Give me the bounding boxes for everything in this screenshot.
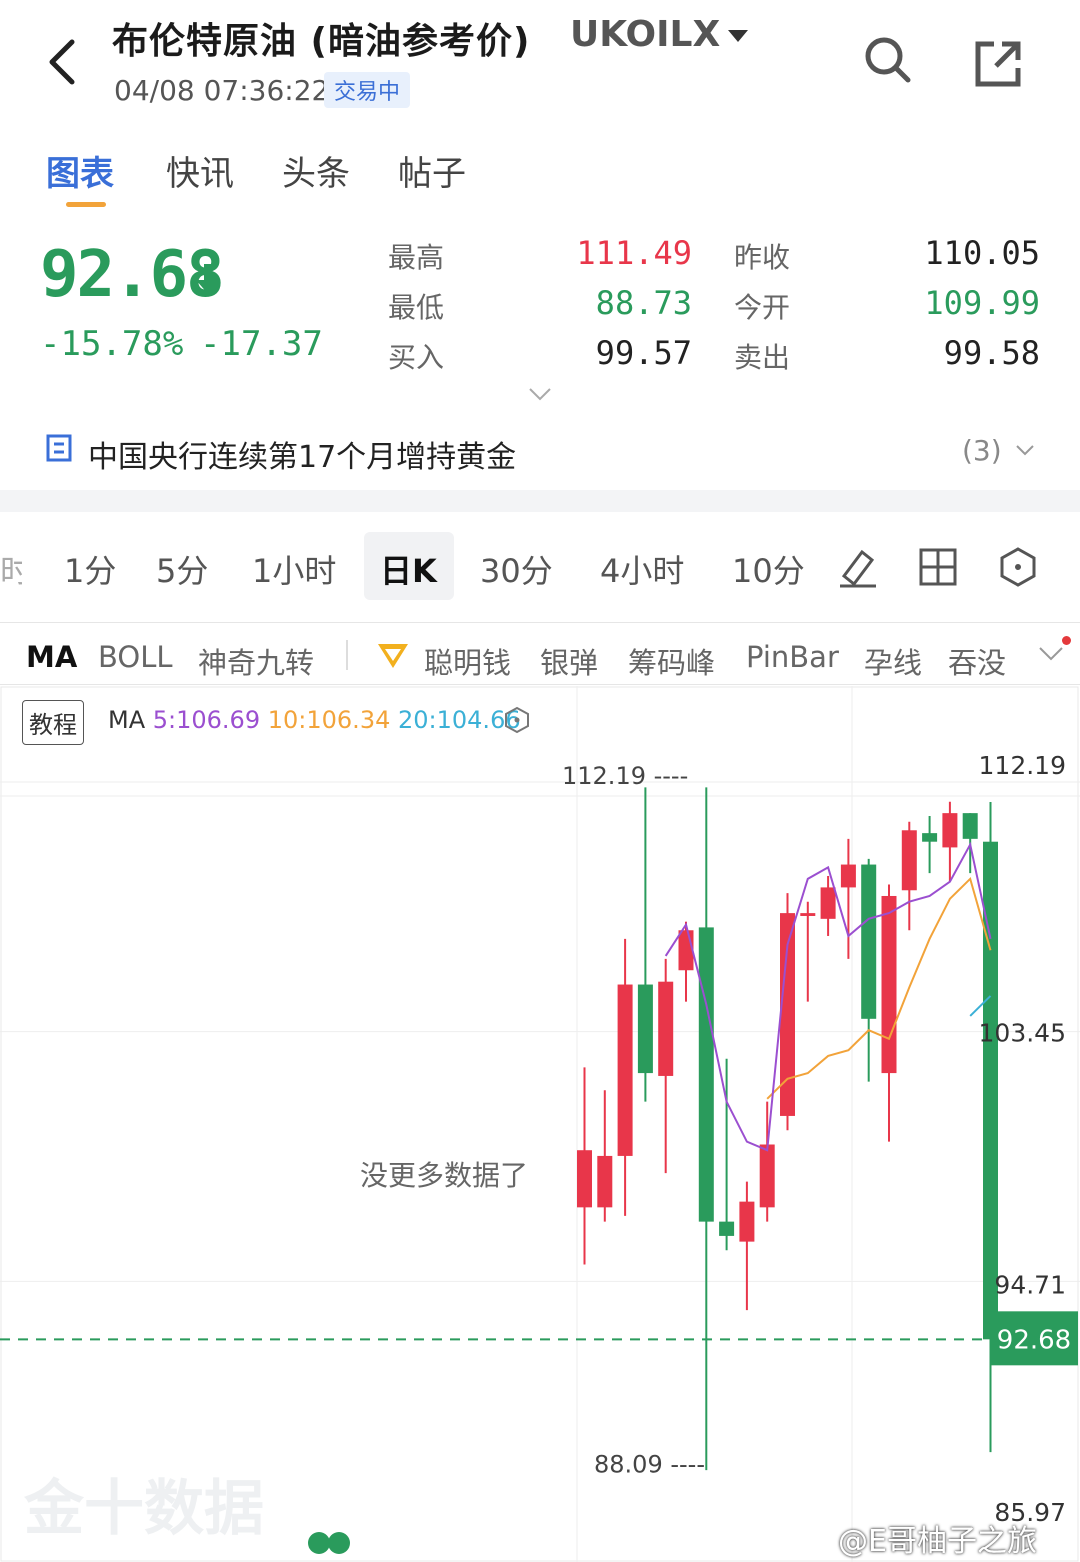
candle-body <box>942 813 958 848</box>
tab-chart[interactable]: 图表 <box>46 146 114 195</box>
candle-body <box>739 1201 755 1242</box>
period-cut[interactable]: 时 <box>0 546 22 592</box>
indicator-harami[interactable]: 孕线 <box>864 640 922 682</box>
y-axis-label: 112.19 <box>979 751 1066 780</box>
quote-time: 04/08 07:36:22 <box>114 74 330 107</box>
ma-legend-prefix: MA <box>108 706 146 734</box>
chevron-down-icon[interactable] <box>1016 444 1034 456</box>
candle-body <box>962 813 978 839</box>
diamond-icon <box>378 644 408 668</box>
arrow-down-icon <box>196 264 220 294</box>
candle-body <box>617 984 633 1156</box>
candle-body <box>759 1144 775 1208</box>
period-1m[interactable]: 1分 <box>64 546 116 592</box>
divider <box>0 684 1080 685</box>
section-divider <box>0 490 1080 512</box>
tab-flash-news[interactable]: 快讯 <box>166 146 234 195</box>
bid-label: 买入 <box>388 341 445 374</box>
low-value: 88.73 <box>595 284 692 322</box>
candle-body <box>698 927 714 1222</box>
page-title: 布伦特原油 (暗油参考价) <box>112 21 531 62</box>
bid-value: 99.57 <box>595 334 692 372</box>
indicator-ma[interactable]: MA <box>26 640 77 674</box>
low-label: 最低 <box>388 291 445 324</box>
ma10-line <box>766 876 992 1100</box>
search-icon[interactable] <box>862 34 914 86</box>
tab-headlines[interactable]: 头条 <box>282 146 350 195</box>
candle-body <box>577 1150 592 1208</box>
y-axis-label: 103.45 <box>979 1019 1066 1048</box>
ask-value: 99.58 <box>943 334 1040 372</box>
no-more-data-text: 没更多数据了 <box>360 1159 529 1192</box>
chart-frame <box>0 686 1079 1562</box>
change-amount: -17.37 <box>200 324 323 364</box>
change-percent: -15.78% <box>40 324 184 364</box>
back-arrow-icon[interactable] <box>40 36 90 88</box>
candle-body <box>597 1155 613 1208</box>
indicator-smart-money[interactable]: 聪明钱 <box>424 640 511 682</box>
candle-body <box>922 833 938 842</box>
period-30m[interactable]: 30分 <box>480 546 553 592</box>
indicator-pinbar[interactable]: PinBar <box>746 640 839 674</box>
ma-legend: MA 5:106.69 10:106.34 20:104.66 <box>108 706 521 734</box>
ma10-value: 10:106.34 <box>267 706 391 734</box>
period-4h[interactable]: 4小时 <box>600 546 684 592</box>
open-value: 109.99 <box>924 284 1040 322</box>
candle-body <box>678 930 694 971</box>
indicator-divider <box>346 640 348 670</box>
prev-close-label: 昨收 <box>734 241 791 274</box>
ma5-value: 5:106.69 <box>152 706 261 734</box>
last-price-tag: 92.68 <box>997 1325 1071 1355</box>
symbol-selector[interactable]: UKOILX <box>570 14 720 55</box>
watermark-logo: 金十数据 <box>24 1474 264 1544</box>
notification-dot <box>1062 636 1071 645</box>
period-10m[interactable]: 10分 <box>732 546 805 592</box>
news-count[interactable]: (3) <box>962 434 1002 467</box>
period-daily[interactable]: 日K <box>380 546 437 592</box>
ma-settings-icon[interactable] <box>504 706 530 734</box>
news-headline[interactable]: 中国央行连续第17个月增持黄金 <box>88 432 516 476</box>
indicator-boll[interactable]: BOLL <box>98 640 173 674</box>
indicator-chip-peak[interactable]: 筹码峰 <box>628 640 715 682</box>
ma20-value: 20:104.66 <box>398 706 521 734</box>
candle-body <box>820 887 836 919</box>
high-label: 最高 <box>388 241 445 274</box>
indicator-silver-bullet[interactable]: 银弹 <box>540 640 598 682</box>
low-marker-label: 88.09 ---- <box>594 1450 705 1478</box>
page-indicator <box>308 1532 350 1554</box>
active-tab-indicator <box>66 202 106 207</box>
candlestick-chart[interactable]: 92.68112.19103.4594.7185.97112.19 ----88… <box>0 686 1080 1562</box>
ask-label: 卖出 <box>734 341 791 374</box>
indicator-td9[interactable]: 神奇九转 <box>198 640 314 682</box>
expand-chevron-icon[interactable] <box>528 386 552 402</box>
settings-hex-icon[interactable] <box>998 546 1038 588</box>
candle-body <box>658 981 674 1076</box>
tab-posts[interactable]: 帖子 <box>398 146 466 195</box>
share-external-icon[interactable] <box>972 36 1026 90</box>
divider <box>0 622 1080 623</box>
chevron-down-icon[interactable] <box>1038 646 1064 662</box>
candle-body <box>861 864 877 1019</box>
tutorial-button[interactable]: 教程 <box>22 700 84 745</box>
candle-body <box>881 895 897 1074</box>
period-5m[interactable]: 5分 <box>156 546 208 592</box>
indicator-engulfing[interactable]: 吞没 <box>948 640 1006 682</box>
layout-grid-icon[interactable] <box>918 546 958 588</box>
high-marker-label: 112.19 ---- <box>562 762 688 790</box>
period-1h[interactable]: 1小时 <box>252 546 336 592</box>
caret-down-icon[interactable] <box>728 30 748 42</box>
draw-tool-icon[interactable] <box>838 546 878 588</box>
high-value: 111.49 <box>576 234 692 272</box>
news-icon <box>46 434 72 462</box>
trading-status-badge: 交易中 <box>324 72 411 108</box>
candle-body <box>800 913 816 916</box>
candle-body <box>901 830 917 891</box>
candle-body <box>637 984 653 1074</box>
candle-body <box>840 864 856 888</box>
prev-close-value: 110.05 <box>924 234 1040 272</box>
y-axis-label: 94.71 <box>994 1270 1066 1299</box>
weibo-watermark: @E哥柚子之旅 <box>838 1524 1037 1559</box>
candle-body <box>719 1221 735 1236</box>
open-label: 今开 <box>734 291 791 324</box>
